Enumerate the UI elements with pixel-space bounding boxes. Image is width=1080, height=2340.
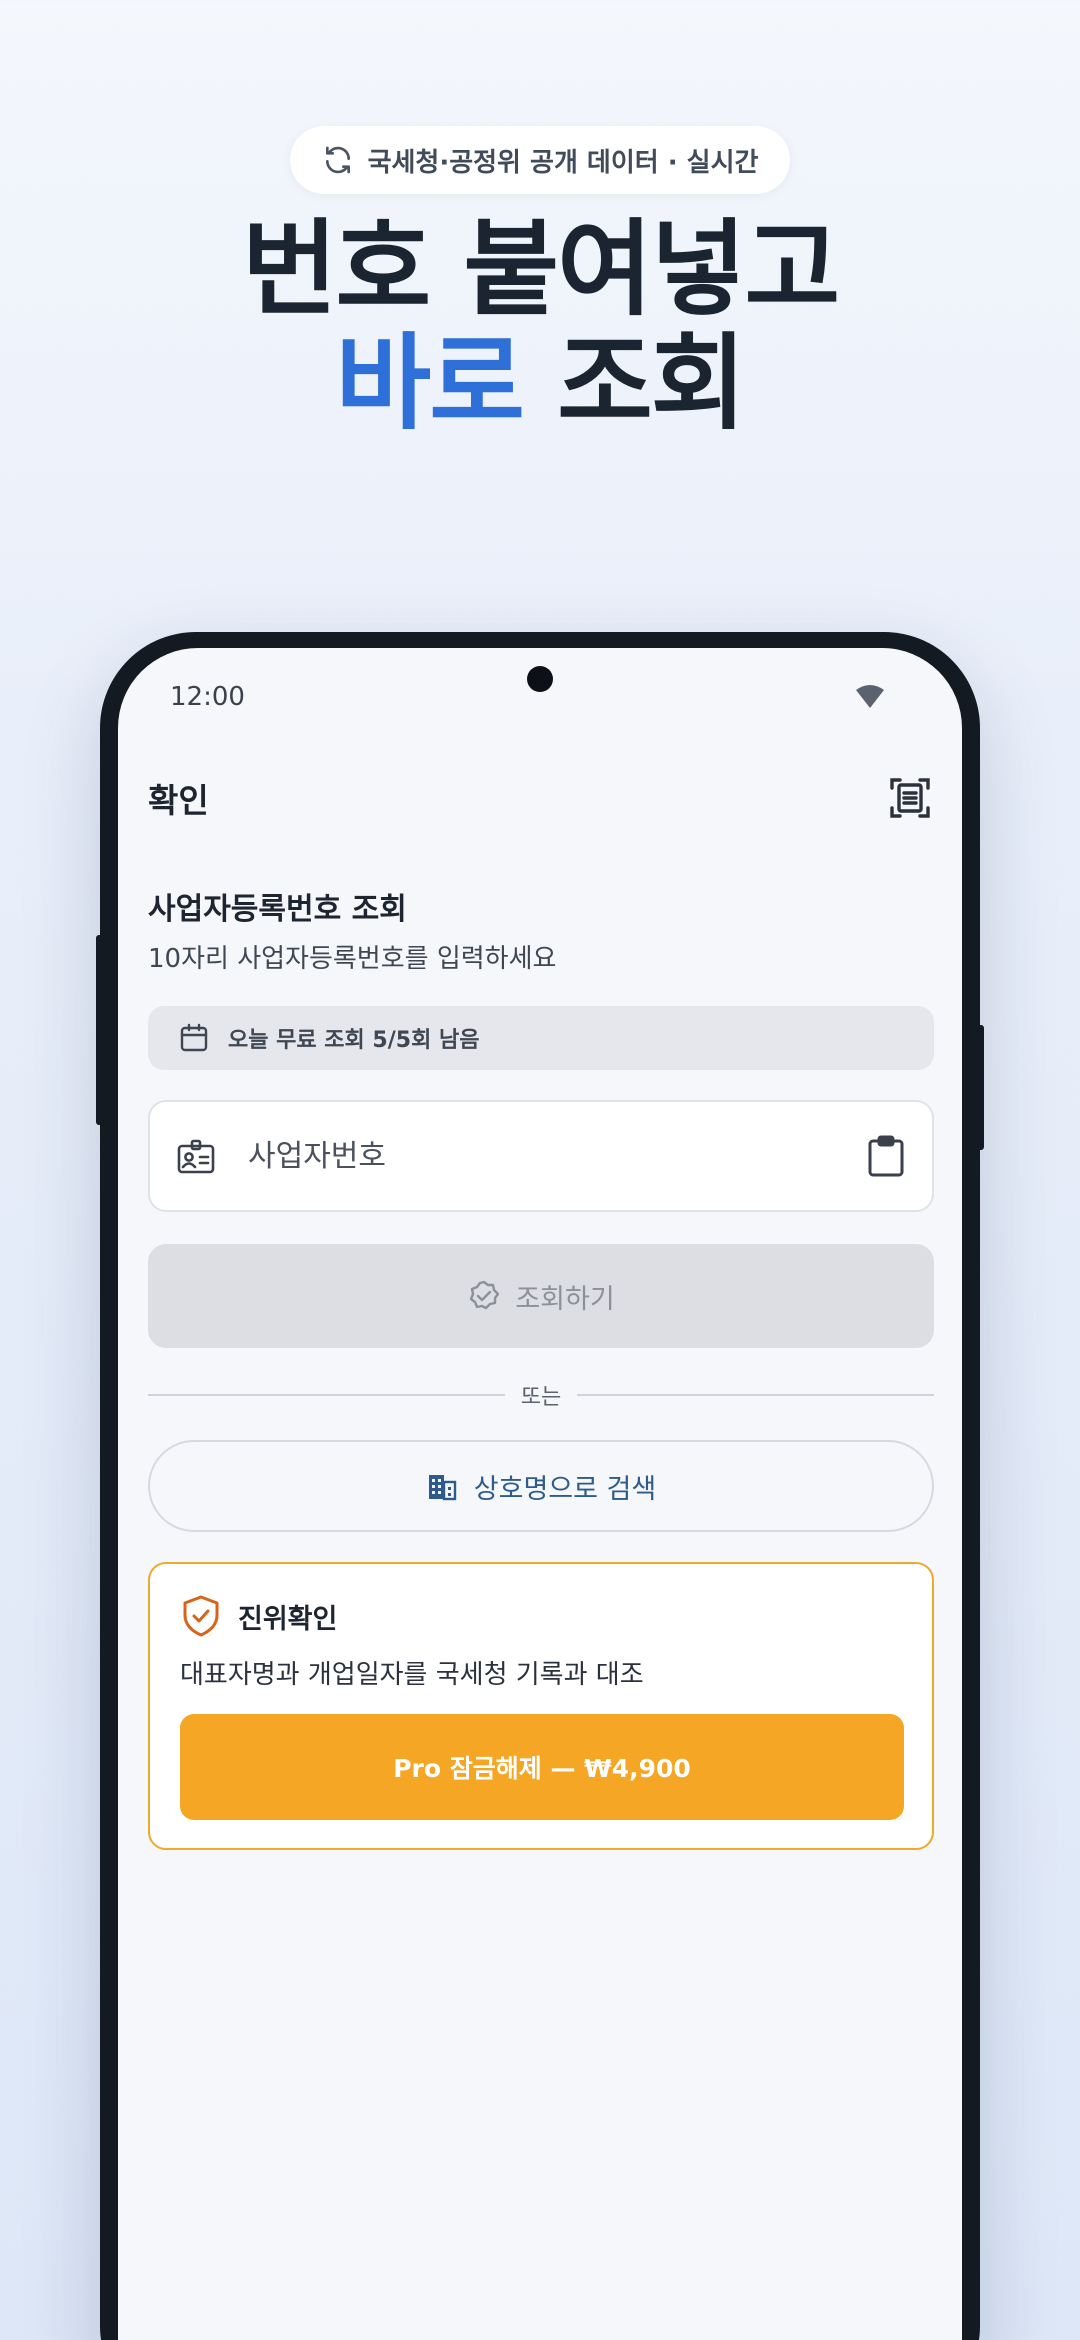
lookup-button[interactable]: 조회하기: [148, 1244, 934, 1348]
calendar-icon: [180, 1023, 208, 1052]
section-subtitle: 10자리 사업자등록번호를 입력하세요: [148, 944, 557, 974]
business-number-field[interactable]: [148, 1100, 934, 1212]
quota-text: 오늘 무료 조회 5/5회 남음: [228, 1028, 480, 1053]
divider-line-right: [577, 1394, 935, 1396]
divider-line-left: [148, 1394, 505, 1396]
scan-document-icon[interactable]: [888, 776, 932, 820]
headline-line-2-rest: 조회: [522, 322, 746, 444]
app-title: 확인: [148, 781, 209, 820]
pro-card-description: 대표자명과 개업일자를 국세청 기록과 대조: [180, 1660, 644, 1690]
pro-verification-card: 진위확인 대표자명과 개업일자를 국세청 기록과 대조 Pro 잠금해제 — ₩…: [148, 1562, 934, 1850]
status-bar: 12:00: [118, 648, 962, 748]
section-title: 사업자등록번호 조회: [148, 892, 407, 927]
verified-badge-icon: [470, 1280, 500, 1310]
pro-unlock-button[interactable]: Pro 잠금해제 — ₩4,900: [180, 1714, 904, 1820]
pill-text: 국세청·공정위 공개 데이터 · 실시간: [367, 147, 759, 178]
headline-line-1: 번호 붙여넣고: [241, 208, 840, 330]
phone-screen: 12:00 확인 사업자등록번호 조회 10자리 사업자등록번호를 입력하세요 …: [118, 648, 962, 2340]
promo-headline: 번호 붙여넣고 바로 조회: [0, 212, 1080, 440]
id-card-icon: [177, 1139, 215, 1174]
headline-accent: 바로: [335, 322, 525, 444]
refresh-icon: [325, 146, 350, 174]
headline-line-2: 바로 조회: [0, 326, 1080, 440]
or-divider: 또는: [148, 1380, 935, 1410]
pro-card-header: 진위확인: [180, 1594, 337, 1638]
data-source-pill: 국세청·공정위 공개 데이터 · 실시간: [290, 126, 790, 194]
name-search-label: 상호명으로 검색: [473, 1473, 657, 1505]
business-number-input[interactable]: [248, 1138, 866, 1174]
wifi-icon: [856, 685, 884, 708]
pro-card-title: 진위확인: [238, 1603, 338, 1635]
name-search-button[interactable]: 상호명으로 검색: [148, 1440, 934, 1532]
lookup-button-label: 조회하기: [515, 1283, 615, 1315]
front-camera: [527, 666, 553, 692]
shield-check-icon: [183, 1595, 219, 1637]
status-time: 12:00: [170, 682, 245, 712]
divider-text: 또는: [520, 1385, 562, 1410]
building-icon: [428, 1475, 456, 1501]
app-bar: 확인: [148, 766, 932, 830]
clipboard-icon[interactable]: [866, 1134, 906, 1178]
free-quota-banner: 오늘 무료 조회 5/5회 남음: [148, 1006, 934, 1070]
